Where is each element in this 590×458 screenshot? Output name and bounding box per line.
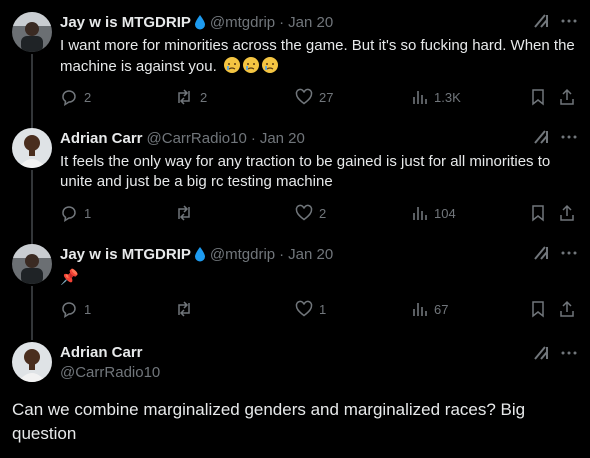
tweet-header: Adrian Carr @CarrRadio10 · Jan 20 [60,128,305,148]
views-icon [413,303,427,316]
views-count: 67 [434,301,449,317]
separator-dot: · [250,129,256,147]
views-icon [413,207,427,220]
tweet-text: 📌 [60,269,79,286]
tweet-header: Jay w is MTGDRIP @mtgdrip · Jan 20 [60,12,333,32]
like-button[interactable]: 27 [295,88,333,106]
views-count: 1.3K [434,89,461,105]
views-count: 104 [434,205,456,221]
views-icon [413,91,427,104]
handle[interactable]: @mtgdrip [210,246,275,263]
share-button[interactable] [558,300,576,318]
reply-count: 1 [84,205,92,221]
bookmark-icon [532,301,544,318]
tweet-text-content: I want more for minorities across the ga… [60,37,575,75]
reply-icon [62,206,76,222]
share-button[interactable] [558,204,576,222]
heart-icon [295,204,313,221]
reply-button[interactable]: 1 [60,204,91,222]
repost-button[interactable] [174,204,200,222]
like-button[interactable]: 2 [295,204,326,222]
bookmark-button[interactable] [530,88,546,106]
like-button[interactable]: 1 [295,300,326,318]
repost-button[interactable] [174,300,200,318]
more-icon[interactable] [560,128,578,151]
tweet-header: Jay w is MTGDRIP @mtgdrip · Jan 20 [60,244,333,264]
main-tweet: Adrian Carr @CarrRadio10 Can we combine … [0,340,590,458]
grok-icon[interactable] [532,244,550,267]
more-icon[interactable] [560,244,578,267]
water-drop-icon [194,14,206,30]
avatar[interactable] [12,12,52,52]
share-button[interactable] [558,88,576,106]
display-name[interactable]: Adrian Carr [60,344,143,361]
bookmark-button[interactable] [530,204,546,222]
bookmark-icon [532,205,544,222]
display-name[interactable]: Jay w is MTGDRIP [60,14,191,31]
bookmark-button[interactable] [530,300,546,318]
reply-button[interactable]: 1 [60,300,91,318]
reply-count: 2 [84,89,92,105]
more-icon[interactable] [560,344,578,367]
handle[interactable]: @CarrRadio10 [60,364,160,381]
crying-emoji-group [223,56,279,74]
tweet-top-right [532,12,578,35]
tweet-top-right [532,344,578,367]
reply-count: 1 [84,301,92,317]
heart-icon [295,88,313,105]
handle[interactable]: @mtgdrip [210,14,275,31]
share-icon [560,204,574,221]
main-tweet-text: Can we combine marginalized genders and … [12,400,526,443]
tweet-text: It feels the only way for any traction t… [60,153,551,190]
crying-face-icon [261,57,278,73]
repost-icon [178,89,190,105]
tweet-3[interactable]: Jay w is MTGDRIP @mtgdrip · Jan 20 📌 1 1… [0,244,590,328]
display-name[interactable]: Jay w is MTGDRIP [60,246,191,263]
avatar[interactable] [12,342,52,382]
tweet-text: I want more for minorities across the ga… [60,36,580,77]
timestamp[interactable]: Jan 20 [288,14,333,31]
repost-count: 2 [200,89,208,105]
tweet-actions: 2 2 27 1.3K [60,88,580,108]
reply-icon [62,90,76,106]
share-icon [560,300,574,317]
like-count: 2 [319,205,327,221]
tweet-2[interactable]: Adrian Carr @CarrRadio10 · Jan 20 It fee… [0,128,590,232]
views-button[interactable]: 104 [412,204,456,222]
crying-face-icon [242,57,259,73]
heart-icon [295,300,313,317]
grok-icon[interactable] [532,128,550,151]
tweet-top-right [532,244,578,267]
tweet-top-right [532,128,578,151]
reply-icon [62,302,76,318]
grok-icon[interactable] [532,344,550,367]
timestamp[interactable]: Jan 20 [260,130,305,147]
bookmark-icon [532,89,544,106]
repost-icon [178,301,190,317]
grok-icon[interactable] [532,12,550,35]
repost-button[interactable]: 2 [174,88,207,106]
share-icon [560,88,574,105]
display-name[interactable]: Adrian Carr [60,130,143,147]
like-count: 27 [319,89,334,105]
reply-button[interactable]: 2 [60,88,91,106]
tweet-actions: 1 2 104 [60,204,580,224]
timestamp[interactable]: Jan 20 [288,246,333,263]
avatar[interactable] [12,128,52,168]
handle[interactable]: @CarrRadio10 [147,130,247,147]
tweet-1[interactable]: Jay w is MTGDRIP @mtgdrip · Jan 20 I wan… [0,12,590,116]
repost-icon [178,205,190,221]
tweet-actions: 1 1 67 [60,300,580,320]
views-button[interactable]: 1.3K [412,88,461,106]
separator-dot: · [279,13,285,31]
avatar[interactable] [12,244,52,284]
crying-face-icon [223,57,240,73]
views-button[interactable]: 67 [412,300,448,318]
separator-dot: · [279,245,285,263]
water-drop-icon [194,246,206,262]
more-icon[interactable] [560,12,578,35]
like-count: 1 [319,301,327,317]
